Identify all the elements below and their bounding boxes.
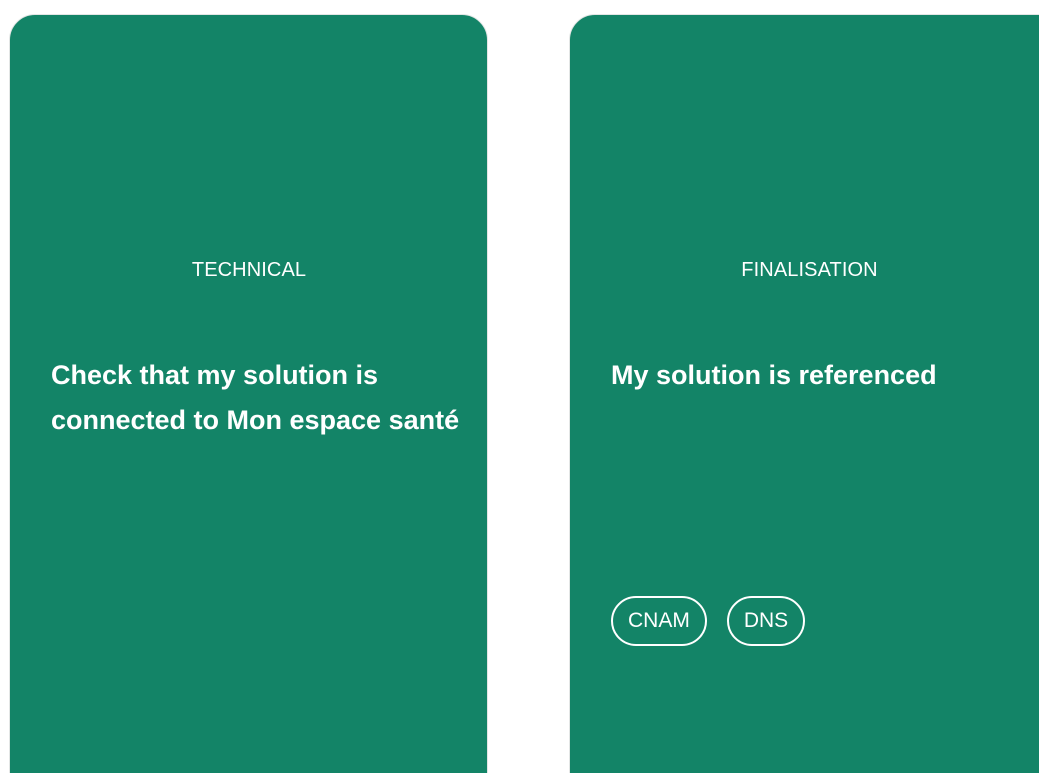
cards-page: TECHNICAL Check that my solution is conn… [0,0,1039,773]
card-finalisation[interactable]: FINALISATION My solution is referenced C… [569,14,1039,773]
tag-dns[interactable]: DNS [726,596,806,646]
tag-list: CNAM DNS [611,596,806,646]
card-title: Check that my solution is connected to M… [51,360,460,435]
card-category: FINALISATION [741,259,878,281]
card-title: My solution is referenced [611,360,937,390]
card-category: TECHNICAL [191,259,307,281]
card-technical[interactable]: TECHNICAL Check that my solution is conn… [9,14,488,773]
tag-cnam[interactable]: CNAM [611,596,707,646]
